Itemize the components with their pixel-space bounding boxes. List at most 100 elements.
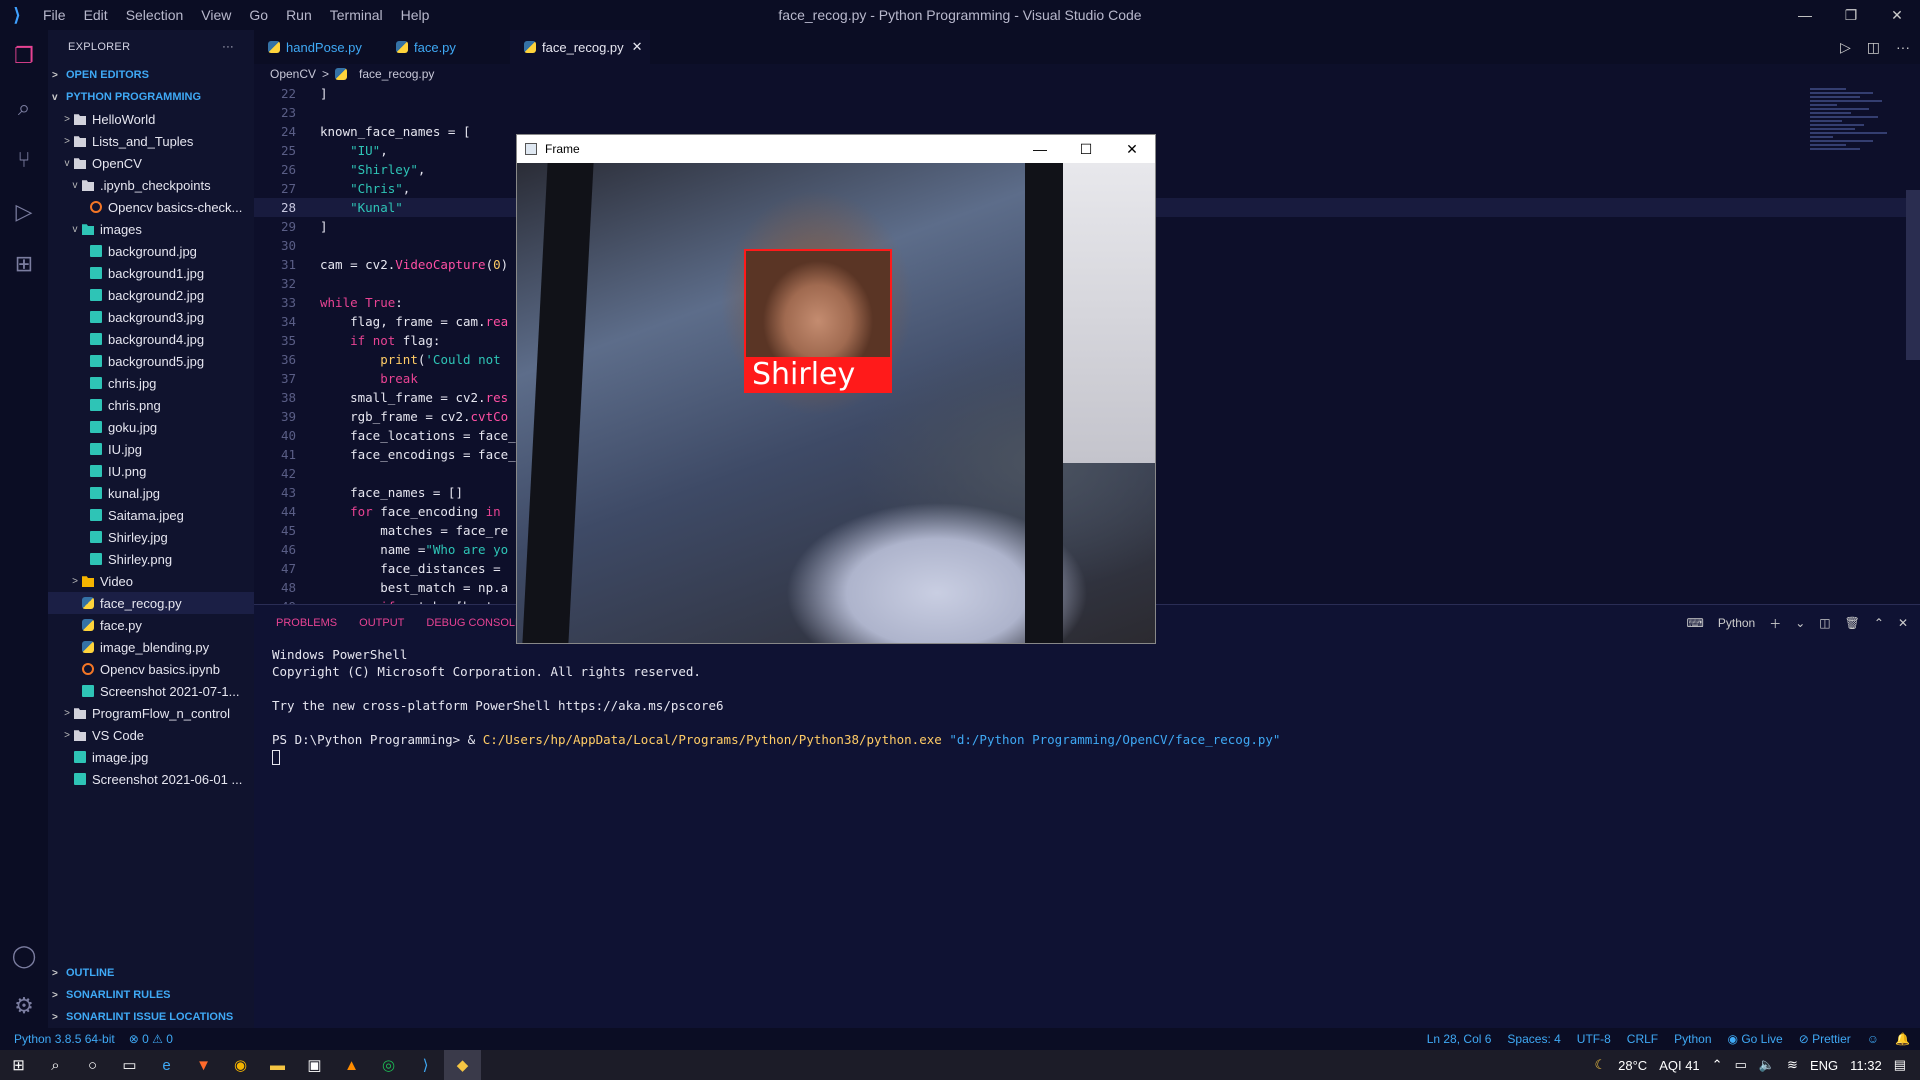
code-line[interactable]: 23 [254,103,1920,122]
tree-item[interactable]: Shirley.png [48,548,254,570]
menu-item-help[interactable]: Help [392,7,439,23]
terminal-output[interactable]: Windows PowerShell Copyright (C) Microsof… [254,641,1920,772]
tab-face_recog-py[interactable]: face_recog.py ✕ [510,30,650,64]
tree-item[interactable]: image_blending.py [48,636,254,658]
start-icon[interactable]: ⊞ [0,1050,37,1080]
tree-item[interactable]: face.py [48,614,254,636]
battery-icon[interactable]: ▭ [1735,1057,1747,1073]
language-indicator[interactable]: ENG [1810,1058,1838,1073]
menu-item-go[interactable]: Go [240,7,277,23]
edge-icon[interactable]: e [148,1050,185,1080]
tree-item[interactable]: v .ipynb_checkpoints [48,174,254,196]
panel-tab-output[interactable]: OUTPUT [359,617,404,629]
chevron-up-icon[interactable]: ⌃ [1712,1057,1723,1073]
tree-item[interactable]: background4.jpg [48,328,254,350]
explorer-icon[interactable]: ❐ [0,30,48,82]
split-terminal-icon[interactable]: ◫ [1819,616,1830,630]
tab-face-py[interactable]: face.py [382,30,510,64]
panel-tab-problems[interactable]: PROBLEMS [276,617,337,629]
tree-item[interactable]: chris.png [48,394,254,416]
python-interpreter[interactable]: Python 3.8.5 64-bit [14,1032,115,1046]
close-icon[interactable]: ✕ [1874,0,1920,30]
tree-item[interactable]: > HelloWorld [48,108,254,130]
vlc-icon[interactable]: ▲ [333,1050,370,1080]
python-app-icon[interactable]: ◆ [444,1050,481,1080]
minimize-icon[interactable]: — [1017,135,1063,163]
project-section[interactable]: v PYTHON PROGRAMMING [48,86,254,108]
volume-icon[interactable]: 🔈 [1759,1057,1775,1073]
tree-item[interactable]: background1.jpg [48,262,254,284]
close-icon[interactable]: ✕ [1109,135,1155,163]
encoding[interactable]: UTF-8 [1577,1032,1611,1046]
menu-item-terminal[interactable]: Terminal [321,7,392,23]
tree-item[interactable]: background5.jpg [48,350,254,372]
menu-item-selection[interactable]: Selection [117,7,193,23]
tab-handPose-py[interactable]: handPose.py [254,30,382,64]
vscode-icon[interactable]: ⟩ [407,1050,444,1080]
restore-icon[interactable]: ❐ [1828,0,1874,30]
trash-icon[interactable]: 🗑 [1845,616,1860,630]
tree-item[interactable]: > ProgramFlow_n_control [48,702,254,724]
tree-item[interactable]: image.jpg [48,746,254,768]
problems-indicator[interactable]: ⊗ 0 ⚠ 0 [129,1032,173,1046]
tree-item[interactable]: goku.jpg [48,416,254,438]
tree-item[interactable]: v images [48,218,254,240]
more-icon[interactable]: ··· [1896,39,1910,55]
indentation[interactable]: Spaces: 4 [1507,1032,1560,1046]
chrome-icon[interactable]: ◉ [222,1050,259,1080]
more-actions-icon[interactable]: ··· [222,41,234,53]
spotify-icon[interactable]: ◎ [370,1050,407,1080]
search-icon[interactable]: ⌕ [37,1050,74,1080]
tree-item[interactable]: Screenshot 2021-07-1... [48,680,254,702]
temperature[interactable]: 28°C [1618,1058,1647,1073]
tree-item[interactable]: IU.png [48,460,254,482]
open-editors-section[interactable]: > OPEN EDITORS [48,64,254,86]
sidebar-section-sonarlint-issue-locations[interactable]: > SONARLINT ISSUE LOCATIONS [48,1006,254,1028]
tree-item[interactable]: Shirley.jpg [48,526,254,548]
extensions-icon[interactable]: ⊞ [0,238,48,290]
end-of-line[interactable]: CRLF [1627,1032,1658,1046]
tree-item[interactable]: > Lists_and_Tuples [48,130,254,152]
split-editor-icon[interactable]: ◫ [1867,39,1880,56]
brave-icon[interactable]: ▼ [185,1050,222,1080]
maximize-icon[interactable]: ☐ [1063,135,1109,163]
search-icon[interactable]: ⌕ [0,82,48,134]
sidebar-section-outline[interactable]: > OUTLINE [48,962,254,984]
file-explorer-icon[interactable]: ▬ [259,1050,296,1080]
notifications-icon[interactable]: ▤ [1894,1057,1906,1073]
source-control-icon[interactable]: ⑂ [0,134,48,186]
run-debug-icon[interactable]: ▷ [0,186,48,238]
photos-icon[interactable]: ▣ [296,1050,333,1080]
tree-item[interactable]: Screenshot 2021-06-01 ... [48,768,254,790]
cursor-position[interactable]: Ln 28, Col 6 [1427,1032,1492,1046]
tree-item[interactable]: chris.jpg [48,372,254,394]
tree-item[interactable]: v OpenCV [48,152,254,174]
clock[interactable]: 11:32 [1850,1058,1882,1073]
menu-item-run[interactable]: Run [277,7,321,23]
breadcrumb-file[interactable]: face_recog.py [359,67,434,81]
code-line[interactable]: 22] [254,84,1920,103]
tree-item[interactable]: face_recog.py [48,592,254,614]
tree-item[interactable]: Opencv basics-check... [48,196,254,218]
tree-item[interactable]: > VS Code [48,724,254,746]
menu-item-file[interactable]: File [34,7,75,23]
tree-item[interactable]: > Video [48,570,254,592]
wifi-icon[interactable]: ≋ [1787,1057,1798,1073]
go-live-button[interactable]: ◉ Go Live [1728,1032,1783,1046]
menu-item-edit[interactable]: Edit [75,7,117,23]
tree-item[interactable]: IU.jpg [48,438,254,460]
task-view-icon[interactable]: ▭ [111,1050,148,1080]
account-icon[interactable]: ◯ [0,930,48,982]
language-mode[interactable]: Python [1674,1032,1711,1046]
air-quality[interactable]: AQI 41 [1659,1058,1699,1073]
terminal-shell-label[interactable]: Python [1718,616,1755,630]
breadcrumb-folder[interactable]: OpenCV [270,67,316,81]
sidebar-section-sonarlint-rules[interactable]: > SONARLINT RULES [48,984,254,1006]
minimap[interactable] [1810,86,1900,266]
tree-item[interactable]: background3.jpg [48,306,254,328]
frame-title-bar[interactable]: Frame — ☐ ✕ [517,135,1155,163]
tree-item[interactable]: Opencv basics.ipynb [48,658,254,680]
close-tab-icon[interactable]: ✕ [632,39,643,55]
menu-item-view[interactable]: View [192,7,240,23]
prettier-button[interactable]: ⊘ Prettier [1799,1032,1851,1046]
